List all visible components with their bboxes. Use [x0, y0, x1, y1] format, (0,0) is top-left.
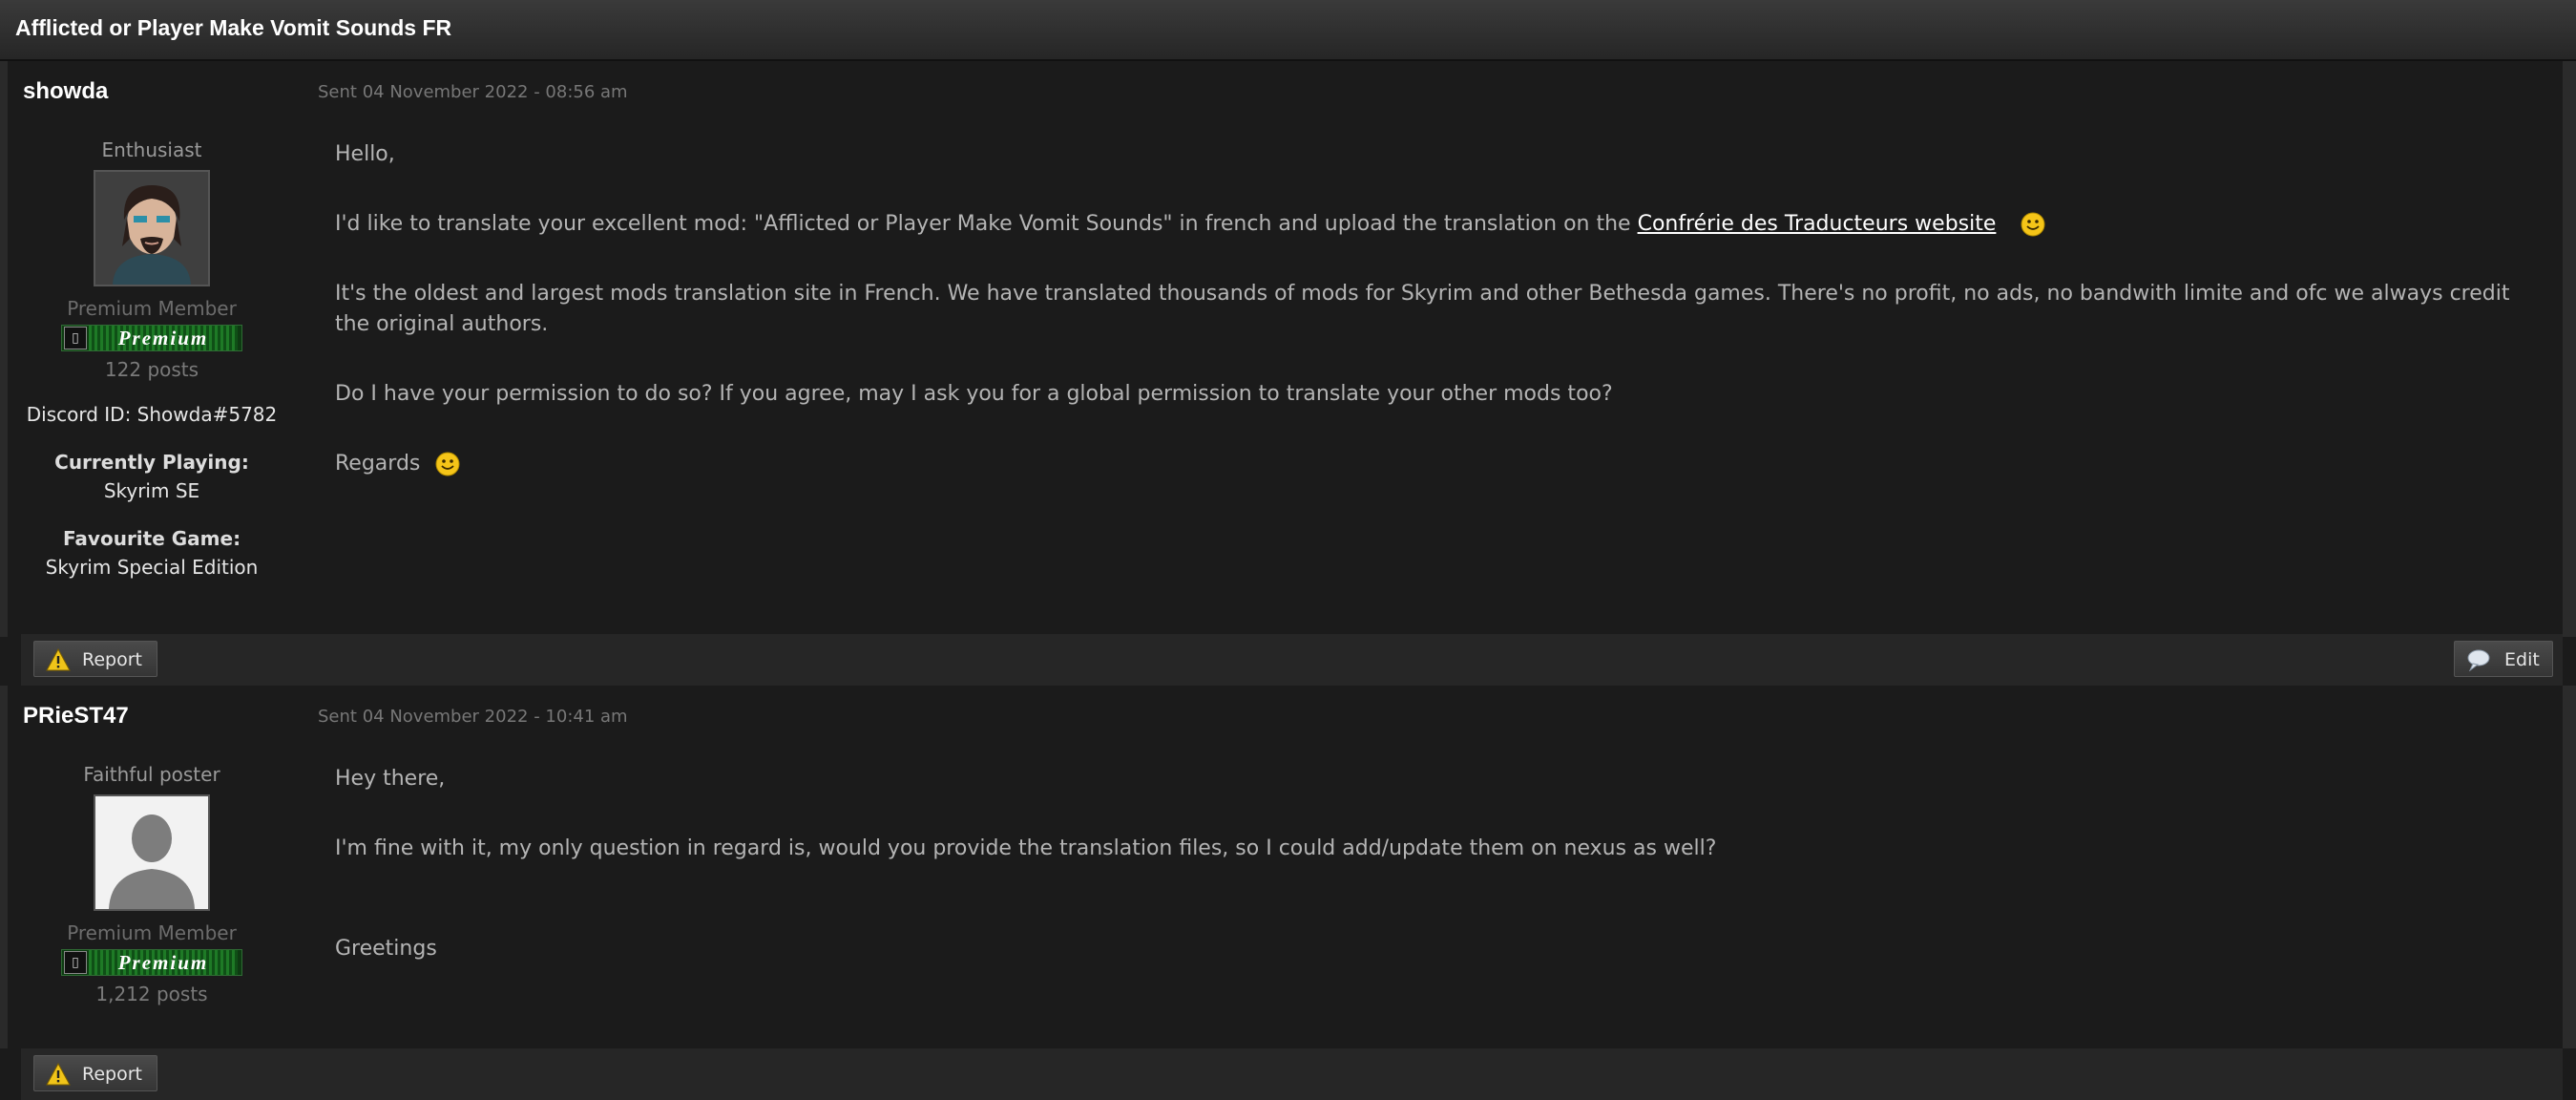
- body-paragraph: Hey there,: [335, 767, 446, 791]
- message-post: PRieST47 Sent 04 November 2022 - 10:41 a…: [0, 686, 2576, 1100]
- avatar[interactable]: [94, 794, 210, 911]
- author-info-panel: Faithful poster Premium Member ▯ Premium…: [19, 760, 284, 1006]
- body-paragraph: I'd like to translate your excellent mod…: [335, 209, 2547, 240]
- message-post: showda Sent 04 November 2022 - 08:56 am …: [0, 61, 2576, 686]
- premium-badge-label: Premium: [89, 950, 238, 975]
- body-paragraph: Greetings: [335, 937, 437, 961]
- post-left-border: [0, 686, 8, 1048]
- member-group: Premium Member: [67, 297, 237, 320]
- body-text: Regards: [335, 452, 421, 476]
- smiley-icon: [435, 452, 460, 476]
- report-label: Report: [82, 1064, 142, 1085]
- post-count: 1,212 posts: [95, 983, 208, 1005]
- author-info-panel: Enthusiast Premium Member ▯ Premium 122 …: [19, 136, 284, 579]
- edit-button[interactable]: Edit: [2454, 641, 2553, 677]
- post-timestamp: Sent 04 November 2022 - 08:56 am: [318, 82, 628, 102]
- scrollbar-track[interactable]: [2563, 61, 2576, 637]
- favourite-game-label: Favourite Game:: [62, 527, 241, 550]
- default-avatar-icon: [95, 796, 208, 909]
- report-button[interactable]: Report: [33, 641, 157, 677]
- warning-icon: [46, 1063, 71, 1086]
- avatar-illustration: [95, 172, 208, 285]
- author-rank: Faithful poster: [83, 763, 220, 786]
- body-paragraph: Do I have your permission to do so? If y…: [335, 382, 1613, 406]
- premium-badge-icon: ▯: [64, 951, 87, 974]
- body-paragraph: It's the oldest and largest mods transla…: [335, 282, 2510, 336]
- scrollbar-track[interactable]: [2563, 686, 2576, 1048]
- author-rank: Enthusiast: [101, 138, 202, 161]
- speech-bubble-icon: [2467, 649, 2490, 671]
- discord-id: Discord ID: Showda#5782: [26, 403, 278, 426]
- smiley-icon: [2021, 212, 2045, 237]
- post-body: Hey there, I'm fine with it, my only que…: [335, 764, 2547, 1004]
- favourite-game-value: Skyrim Special Edition: [45, 556, 259, 579]
- report-button[interactable]: Report: [33, 1055, 157, 1091]
- topic-header: Afflicted or Player Make Vomit Sounds FR: [0, 0, 2576, 61]
- premium-badge-label: Premium: [89, 326, 238, 350]
- body-text: I'd like to translate your excellent mod…: [335, 212, 1638, 236]
- post-actions-bar: Report: [21, 1048, 2563, 1100]
- post-actions-bar: Report Edit: [21, 634, 2563, 686]
- body-paragraph: I'm fine with it, my only question in re…: [335, 836, 1717, 860]
- author-name[interactable]: PRieST47: [23, 703, 129, 730]
- warning-icon: [46, 648, 71, 671]
- premium-badge-icon: ▯: [64, 327, 87, 349]
- body-paragraph: Hello,: [335, 142, 395, 166]
- premium-badge: ▯ Premium: [61, 949, 242, 976]
- currently-playing-value: Skyrim SE: [103, 479, 200, 502]
- post-left-border: [0, 61, 8, 637]
- member-group: Premium Member: [67, 921, 237, 944]
- body-paragraph: Regards: [335, 449, 2547, 479]
- author-name[interactable]: showda: [23, 78, 108, 105]
- topic-title: Afflicted or Player Make Vomit Sounds FR: [15, 15, 452, 40]
- post-count: 122 posts: [104, 358, 199, 381]
- premium-badge: ▯ Premium: [61, 325, 242, 351]
- post-timestamp: Sent 04 November 2022 - 10:41 am: [318, 707, 628, 727]
- edit-label: Edit: [2504, 649, 2540, 670]
- post-body: Hello, I'd like to translate your excell…: [335, 139, 2547, 518]
- avatar[interactable]: [94, 170, 210, 286]
- confrerie-link[interactable]: Confrérie des Traducteurs website: [1638, 212, 1997, 236]
- report-label: Report: [82, 649, 142, 670]
- currently-playing-label: Currently Playing:: [54, 451, 249, 474]
